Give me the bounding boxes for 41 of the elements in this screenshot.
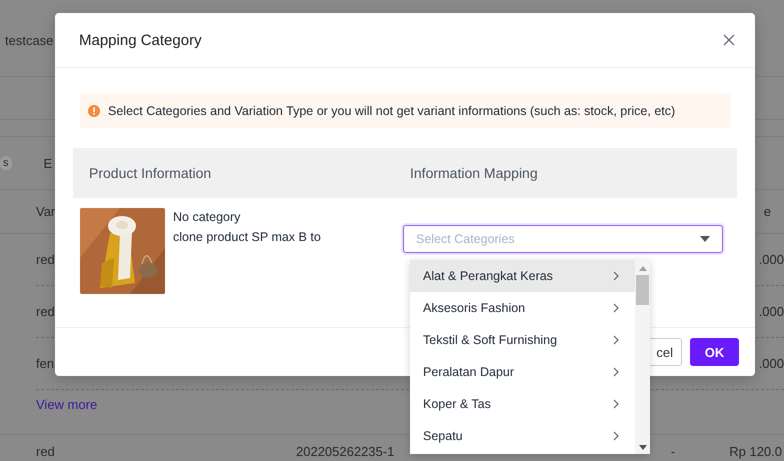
variant-cell: red bbox=[36, 304, 55, 319]
column-header: e bbox=[764, 204, 771, 219]
filter-label[interactable]: E bbox=[44, 156, 52, 170]
chevron-right-icon bbox=[613, 335, 619, 345]
column-header: Product Information bbox=[88, 165, 212, 181]
category-option[interactable]: Alat & Perangkat Keras bbox=[410, 260, 635, 292]
scroll-up-icon[interactable] bbox=[638, 266, 646, 271]
chevron-right-icon bbox=[613, 399, 619, 409]
price-cell: .000 bbox=[758, 252, 784, 267]
chevron-right-icon bbox=[613, 431, 619, 441]
column-header: Information Mapping bbox=[410, 165, 538, 181]
product-name: clone product SP max B to bbox=[173, 230, 322, 244]
chevron-right-icon bbox=[613, 303, 619, 313]
scrollbar[interactable] bbox=[635, 260, 650, 454]
price-cell: .000 bbox=[758, 356, 784, 371]
column-header: Var bbox=[36, 204, 56, 219]
category-option[interactable]: Koper & Tas bbox=[410, 388, 635, 420]
caret-icon bbox=[700, 236, 710, 242]
alert-text: Select Categories and Variation Type or you will not get variant informations (such as: stock, price, etc) bbox=[108, 104, 676, 118]
close-icon[interactable] bbox=[723, 34, 735, 46]
category-option[interactable]: Peralatan Dapur bbox=[410, 356, 635, 388]
dialog-title: Mapping Category bbox=[79, 32, 202, 48]
ok-button[interactable]: OK bbox=[690, 338, 739, 366]
category-option[interactable]: Sepatu bbox=[410, 420, 635, 452]
category-text: No category bbox=[173, 210, 242, 224]
filter-chip[interactable]: s bbox=[0, 156, 12, 170]
warning-icon bbox=[88, 104, 100, 116]
sku-cell: 202205262235-1 bbox=[296, 444, 394, 459]
price-cell: Rp 120.0 bbox=[729, 444, 782, 459]
chevron-right-icon bbox=[613, 367, 619, 377]
category-option[interactable]: Tekstil & Soft Furnishing bbox=[410, 324, 635, 356]
category-option[interactable]: Aksesoris Fashion bbox=[410, 292, 635, 324]
variant-cell: fen bbox=[36, 356, 54, 371]
header-text: testcase bbox=[5, 32, 54, 48]
price-cell: .000 bbox=[758, 304, 784, 319]
scroll-thumb[interactable] bbox=[636, 275, 649, 305]
chevron-right-icon bbox=[613, 271, 619, 281]
variant-cell-text: red bbox=[36, 444, 56, 459]
scroll-down-icon[interactable] bbox=[638, 445, 646, 450]
variant-cell: red bbox=[36, 252, 55, 267]
stock-cell: - bbox=[670, 444, 676, 459]
